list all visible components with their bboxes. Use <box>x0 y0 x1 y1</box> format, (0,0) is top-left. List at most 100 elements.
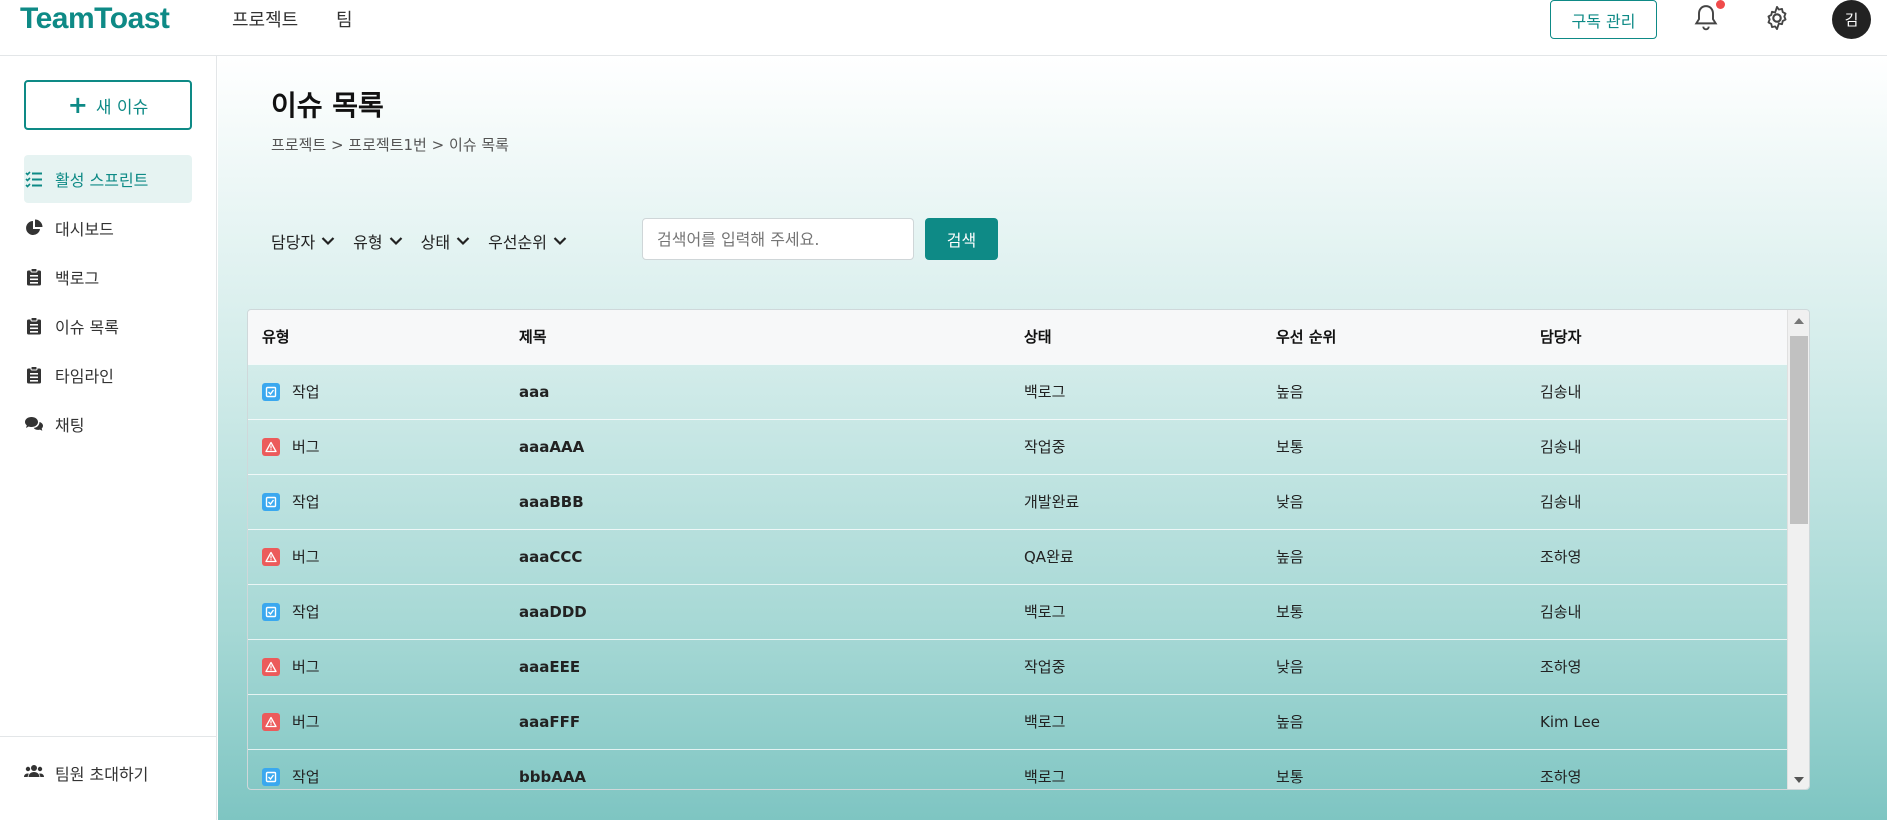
clipboard-icon <box>24 365 44 385</box>
sidebar-item-active-sprint[interactable]: 활성 스프린트 <box>24 155 192 203</box>
invite-members-link[interactable]: 팀원 초대하기 <box>24 761 148 785</box>
cell-type: 작업 <box>248 364 505 419</box>
cell-title[interactable]: bbbAAA <box>505 749 1010 789</box>
filter-type[interactable]: 유형 <box>353 229 402 253</box>
cell-priority: 낮음 <box>1276 493 1304 511</box>
sidebar-item-label: 대시보드 <box>55 220 114 239</box>
cell-title[interactable]: aaaFFF <box>505 694 1010 749</box>
sidebar-item-label: 활성 스프린트 <box>55 171 149 190</box>
sidebar-item-dashboard[interactable]: 대시보드 <box>24 204 192 252</box>
cell-title[interactable]: aaaEEE <box>505 639 1010 694</box>
filter-assignee[interactable]: 담당자 <box>271 229 335 253</box>
table-row[interactable]: 작업 aaa 백로그 높음 김송내 <box>248 364 1788 419</box>
table-scrollbar[interactable] <box>1787 310 1809 789</box>
filter-priority[interactable]: 우선순위 <box>488 229 567 253</box>
cell-type-label: 버그 <box>292 438 320 456</box>
column-header-title[interactable]: 제목 <box>505 310 1010 364</box>
cell-status: 작업중 <box>1024 658 1066 676</box>
cell-assignee: 김송내 <box>1540 493 1582 511</box>
pie-chart-icon <box>24 218 44 238</box>
table-row[interactable]: 버그 aaaCCC QA완료 높음 조하영 <box>248 529 1788 584</box>
cell-status: 작업중 <box>1024 438 1066 456</box>
cell-priority: 높음 <box>1276 383 1304 401</box>
task-icon <box>262 382 280 401</box>
sidebar-item-label: 백로그 <box>55 269 100 288</box>
cell-type-label: 작업 <box>292 603 320 621</box>
cell-title[interactable]: aaaAAA <box>505 419 1010 474</box>
table-row[interactable]: 버그 aaaEEE 작업중 낮음 조하영 <box>248 639 1788 694</box>
scroll-down-arrow-icon[interactable] <box>1794 777 1804 783</box>
task-icon <box>262 602 280 621</box>
nav-team[interactable]: 팀 <box>336 10 353 31</box>
search-button[interactable]: 검색 <box>925 218 998 260</box>
chevron-down-icon <box>389 237 402 246</box>
table-row[interactable]: 버그 aaaAAA 작업중 보통 김송내 <box>248 419 1788 474</box>
sidebar-item-chat[interactable]: 채팅 <box>24 400 192 448</box>
column-header-assignee[interactable]: 담당자 <box>1526 310 1788 364</box>
sidebar-item-label: 이슈 목록 <box>55 318 119 337</box>
cell-status: 백로그 <box>1024 603 1066 621</box>
filter-label: 우선순위 <box>488 233 547 252</box>
clipboard-icon <box>24 316 44 336</box>
cell-type-label: 버그 <box>292 713 320 731</box>
column-header-type[interactable]: 유형 <box>248 310 505 364</box>
bug-icon <box>262 437 280 456</box>
cell-title[interactable]: aaa <box>505 364 1010 419</box>
sidebar: + 새 이슈 활성 스프린트 대시보드 백로그 이슈 목록 타임라인 채팅 팀원… <box>0 56 217 820</box>
cell-title[interactable]: aaaDDD <box>505 584 1010 639</box>
column-header-status[interactable]: 상태 <box>1010 310 1262 364</box>
list-check-icon <box>24 169 44 189</box>
task-icon <box>262 767 280 786</box>
sidebar-item-backlog[interactable]: 백로그 <box>24 253 192 301</box>
cell-priority: 낮음 <box>1276 658 1304 676</box>
cell-status: 백로그 <box>1024 383 1066 401</box>
page-title: 이슈 목록 <box>271 89 384 122</box>
filter-status[interactable]: 상태 <box>421 229 470 253</box>
issue-table: 유형 제목 상태 우선 순위 담당자 작업 aaa 백로그 높음 김송내 버그 aaaAAA… <box>247 309 1810 790</box>
chevron-down-icon <box>321 237 335 246</box>
filter-label: 상태 <box>420 233 451 252</box>
bug-icon <box>262 712 280 731</box>
plus-icon: + <box>67 91 88 119</box>
user-avatar[interactable]: 김 <box>1832 0 1871 39</box>
table-row[interactable]: 작업 bbbAAA 백로그 보통 조하영 <box>248 749 1788 789</box>
cell-type: 작업 <box>248 584 505 639</box>
search-input[interactable] <box>642 218 914 260</box>
sidebar-item-label: 채팅 <box>55 416 85 435</box>
cell-title[interactable]: aaaCCC <box>505 529 1010 584</box>
sidebar-item-label: 타임라인 <box>55 367 114 386</box>
new-issue-button[interactable]: + 새 이슈 <box>24 80 192 130</box>
cell-type-label: 작업 <box>292 493 320 511</box>
nav-projects[interactable]: 프로젝트 <box>232 10 298 31</box>
cell-assignee: 조하영 <box>1540 658 1582 676</box>
table-row[interactable]: 작업 aaaDDD 백로그 보통 김송내 <box>248 584 1788 639</box>
cell-assignee: Kim Lee <box>1540 712 1600 731</box>
app-logo[interactable]: TeamToast <box>20 2 170 36</box>
filter-bar: 담당자 유형 상태 우선순위 <box>271 229 567 253</box>
cell-assignee: 조하영 <box>1540 768 1582 787</box>
cell-assignee: 김송내 <box>1540 438 1582 456</box>
scroll-up-arrow-icon[interactable] <box>1794 318 1804 324</box>
cell-assignee: 김송내 <box>1540 603 1582 621</box>
bug-icon <box>262 657 280 676</box>
cell-status: 백로그 <box>1024 713 1066 731</box>
gear-icon[interactable] <box>1761 2 1793 34</box>
sidebar-item-issue-list[interactable]: 이슈 목록 <box>24 302 192 350</box>
cell-priority: 높음 <box>1276 548 1304 566</box>
cell-type-label: 버그 <box>292 548 320 566</box>
invite-label: 팀원 초대하기 <box>55 765 149 784</box>
scroll-thumb[interactable] <box>1790 336 1808 524</box>
table-row[interactable]: 버그 aaaFFF 백로그 높음 Kim Lee <box>248 694 1788 749</box>
cell-title[interactable]: aaaBBB <box>505 474 1010 529</box>
cell-type: 버그 <box>248 529 505 584</box>
table-header-row: 유형 제목 상태 우선 순위 담당자 <box>248 310 1788 364</box>
sidebar-item-timeline[interactable]: 타임라인 <box>24 351 192 399</box>
cell-status: 개발완료 <box>1024 493 1080 511</box>
subscribe-manage-button[interactable]: 구독 관리 <box>1550 0 1657 39</box>
breadcrumb: 프로젝트 > 프로젝트1번 > 이슈 목록 <box>271 136 509 154</box>
cell-type-label: 작업 <box>292 768 320 787</box>
cell-priority: 보통 <box>1276 438 1304 456</box>
table-row[interactable]: 작업 aaaBBB 개발완료 낮음 김송내 <box>248 474 1788 529</box>
column-header-priority[interactable]: 우선 순위 <box>1262 310 1526 364</box>
bug-icon <box>262 547 280 566</box>
